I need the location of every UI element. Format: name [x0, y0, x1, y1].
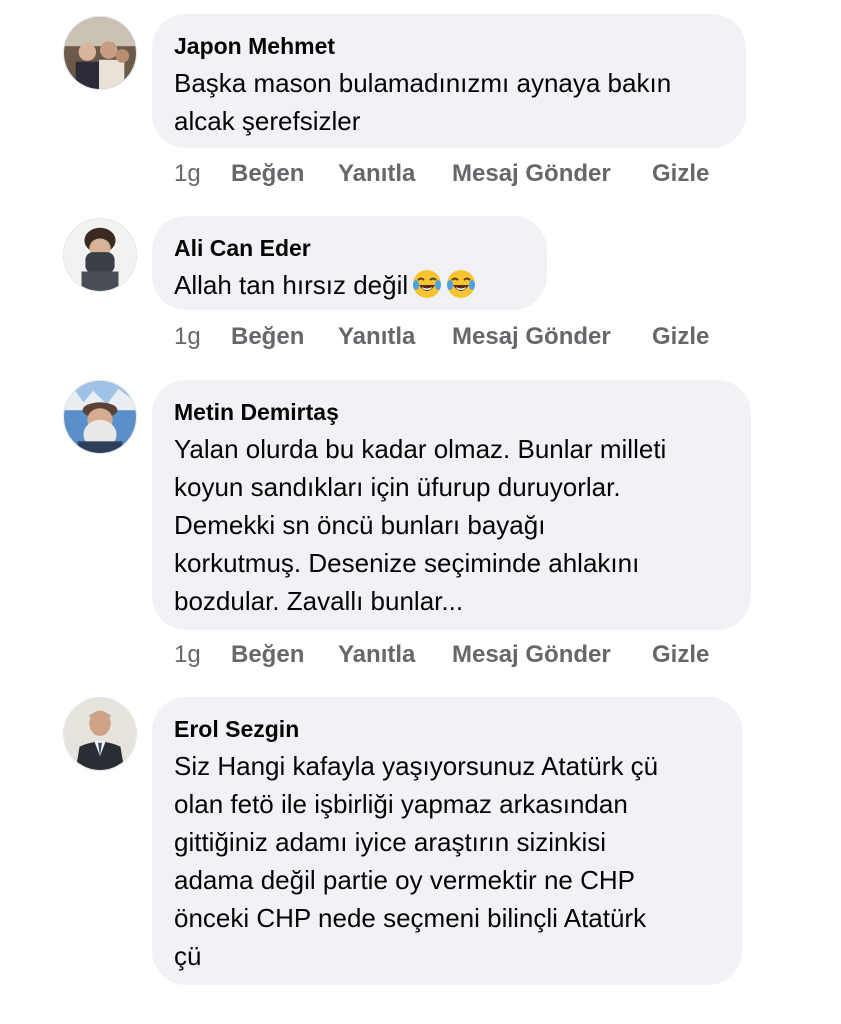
send-message-button[interactable]: Mesaj Gönder	[452, 323, 611, 351]
comment-time[interactable]: 1g	[174, 323, 201, 351]
reply-button[interactable]: Yanıtla	[338, 323, 415, 351]
comment-author[interactable]: Metin Demirtaş	[174, 398, 727, 426]
comment-author[interactable]: Erol Sezgin	[174, 715, 718, 743]
comment-author[interactable]: Japon Mehmet	[174, 32, 722, 60]
comment-text-content: Allah tan hırsız değil	[174, 270, 409, 300]
comment-text: Allah tan hırsız değil	[174, 266, 523, 304]
laughing-emoji-icon	[413, 270, 442, 298]
avatar-photo	[64, 219, 136, 291]
comment-text: Yalan olurda bu kadar olmaz. Bunlar mill…	[174, 434, 667, 616]
avatar[interactable]	[63, 380, 137, 454]
comment-text: Siz Hangi kafayla yaşıyorsunuz Atatürk ç…	[174, 751, 659, 971]
comment-bubble: Metin Demirtaş Yalan olurda bu kadar olm…	[152, 380, 751, 630]
like-button[interactable]: Beğen	[231, 641, 304, 669]
comment-time[interactable]: 1g	[174, 641, 201, 669]
send-message-button[interactable]: Mesaj Gönder	[452, 160, 611, 188]
send-message-button[interactable]: Mesaj Gönder	[452, 641, 611, 669]
avatar[interactable]	[63, 697, 137, 771]
avatar[interactable]	[63, 16, 137, 90]
hide-button[interactable]: Gizle	[652, 323, 709, 351]
reply-button[interactable]: Yanıtla	[338, 160, 415, 188]
avatar[interactable]	[63, 218, 137, 292]
reply-button[interactable]: Yanıtla	[338, 641, 415, 669]
comment-author[interactable]: Ali Can Eder	[174, 234, 523, 262]
comment-bubble: Ali Can Eder Allah tan hırsız değil	[152, 216, 547, 310]
avatar-photo	[64, 17, 136, 89]
comment-bubble: Erol Sezgin Siz Hangi kafayla yaşıyorsun…	[152, 697, 742, 985]
hide-button[interactable]: Gizle	[652, 160, 709, 188]
comment-bubble: Japon Mehmet Başka mason bulamadınızmı a…	[152, 14, 746, 148]
comment-time[interactable]: 1g	[174, 160, 201, 188]
hide-button[interactable]: Gizle	[652, 641, 709, 669]
avatar-photo	[64, 381, 136, 453]
comment-text: Başka mason bulamadınızmı aynaya bakın a…	[174, 68, 672, 136]
like-button[interactable]: Beğen	[231, 323, 304, 351]
laughing-emoji-icon	[447, 270, 476, 298]
like-button[interactable]: Beğen	[231, 160, 304, 188]
avatar-photo	[64, 698, 136, 770]
